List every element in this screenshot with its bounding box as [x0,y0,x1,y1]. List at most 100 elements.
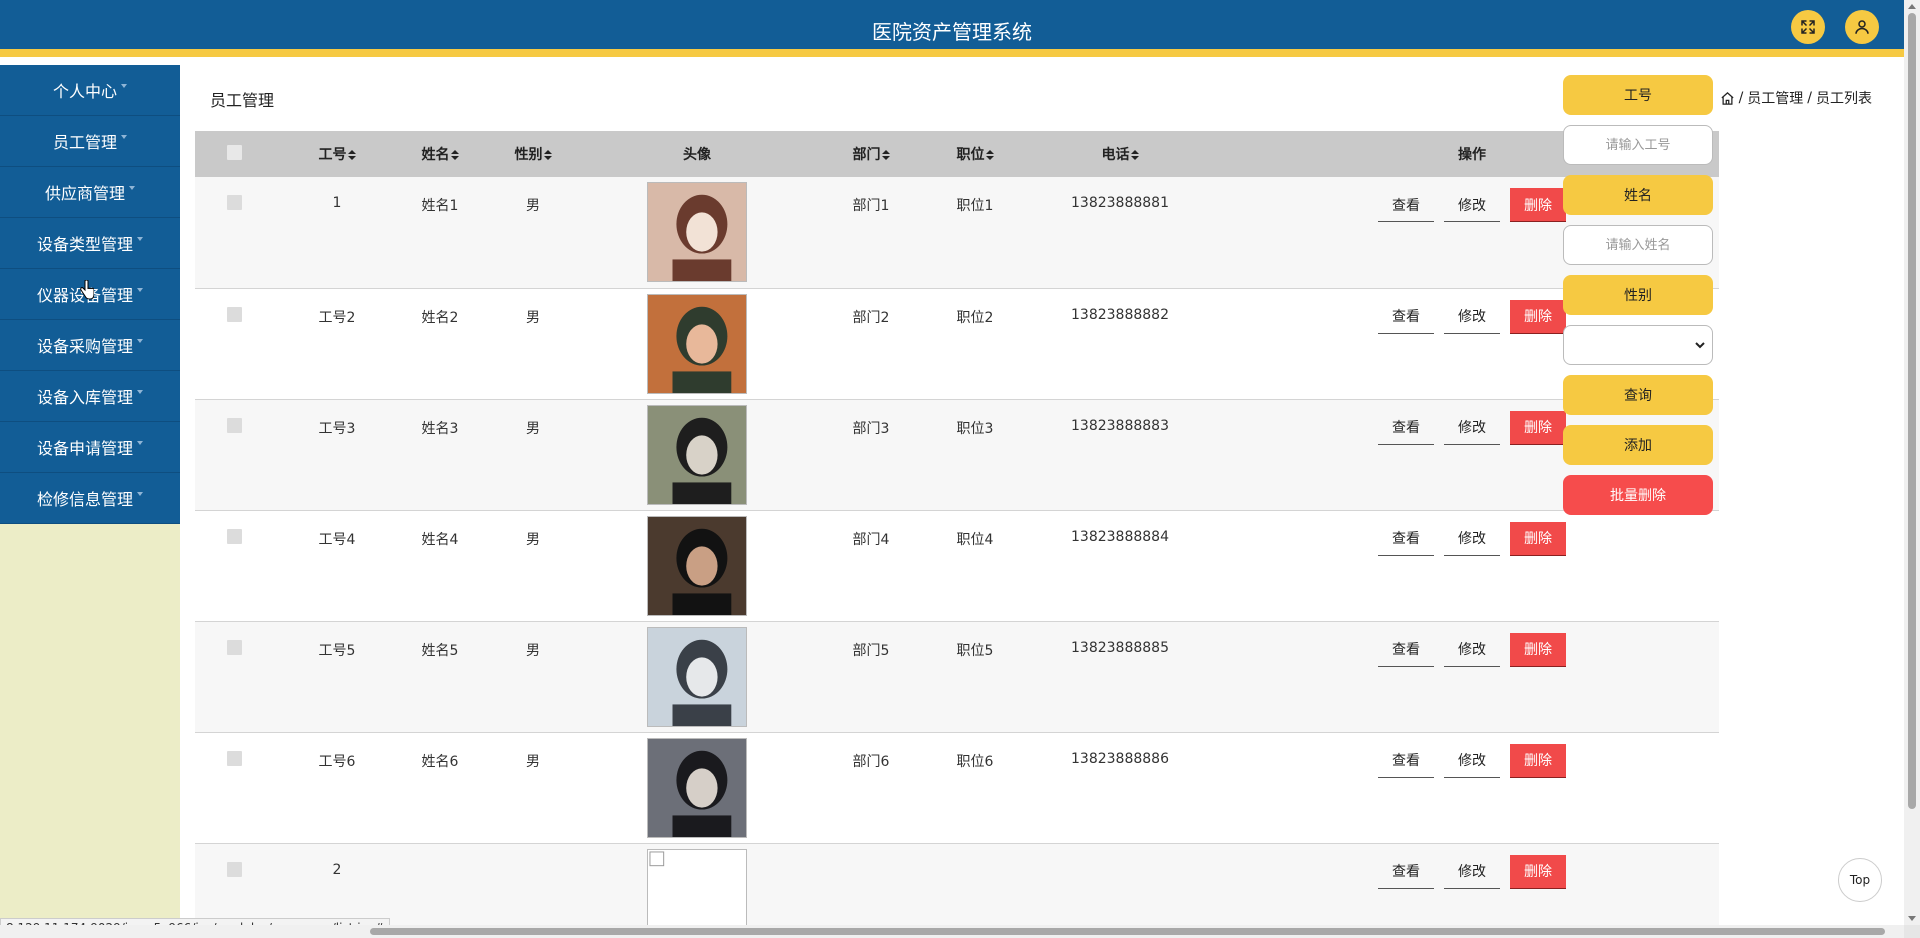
sidebar-item-purchasing[interactable]: 设备采购管理 [0,320,180,371]
edit-button[interactable]: 修改 [1444,744,1500,778]
row-checkbox[interactable] [226,417,242,433]
scroll-down-icon[interactable] [1908,916,1916,921]
breadcrumb-separator: / [1738,90,1744,106]
column-header-id[interactable]: 工号 [273,131,401,177]
horizontal-scroll-thumb[interactable] [370,928,1885,935]
edit-button[interactable]: 修改 [1444,633,1500,667]
cell-id: 2 [332,861,342,878]
app-title: 医院资产管理系统 [872,20,1032,44]
column-header-phone[interactable]: 电话 [1015,131,1225,177]
cell-actions: 查看 修改 删除 [1225,621,1719,732]
add-button[interactable]: 添加 [1563,425,1713,465]
cell-avatar [587,510,807,621]
breadcrumb-item-employees[interactable]: 员工管理 [1747,88,1803,108]
table-row: 2 查看 修改 删除 [195,843,1719,925]
column-header-gender[interactable]: 性别 [479,131,587,177]
delete-button[interactable]: 删除 [1510,854,1566,889]
cell-position: 职位4 [956,531,994,548]
column-header-dept[interactable]: 部门 [807,131,935,177]
view-button[interactable]: 查看 [1378,855,1434,889]
view-button[interactable]: 查看 [1378,522,1434,556]
cell-id: 工号4 [318,531,356,548]
row-checkbox[interactable] [226,639,242,655]
view-button[interactable]: 查看 [1378,188,1434,222]
sidebar-item-applications[interactable]: 设备申请管理 [0,422,180,473]
chevron-down-icon [121,84,127,88]
view-button[interactable]: 查看 [1378,300,1434,334]
gender-select[interactable] [1563,325,1713,365]
cell-position: 职位1 [956,198,994,214]
breadcrumb: / 员工管理 / 员工列表 [1720,88,1872,108]
edit-button[interactable]: 修改 [1444,855,1500,889]
cell-phone: 13823888881 [1071,195,1169,211]
id-search-input[interactable] [1563,125,1713,165]
row-checkbox[interactable] [226,528,242,544]
delete-button[interactable]: 删除 [1510,743,1566,778]
delete-button[interactable]: 删除 [1510,521,1566,556]
sidebar-item-label: 个人中心 [52,82,117,101]
row-checkbox[interactable] [226,750,242,766]
search-panel: 工号 姓名 性别 查询 添加 批量删除 [1563,65,1713,515]
sidebar-item-device-types[interactable]: 设备类型管理 [0,218,180,269]
edit-button[interactable]: 修改 [1444,522,1500,556]
view-button[interactable]: 查看 [1378,633,1434,667]
row-checkbox[interactable] [226,306,242,322]
horizontal-scrollbar[interactable] [0,925,1904,938]
cell-phone [1015,843,1225,925]
scrollbar-corner [1904,925,1920,938]
column-header-name[interactable]: 姓名 [401,131,479,177]
sidebar-item-employees[interactable]: 员工管理 [0,116,180,167]
sidebar-item-label: 设备采购管理 [36,337,133,356]
cell-avatar [587,177,807,288]
name-label: 姓名 [1563,175,1713,215]
cell-avatar [587,399,807,510]
cell-dept: 部门2 [852,309,890,326]
delete-button[interactable]: 删除 [1510,299,1566,334]
delete-button[interactable]: 删除 [1510,188,1566,222]
vertical-scrollbar[interactable] [1904,0,1920,925]
cell-dept: 部门1 [852,198,890,214]
cell-position: 职位5 [956,642,994,659]
row-checkbox[interactable] [226,861,242,877]
home-icon[interactable] [1720,91,1735,106]
column-header-position[interactable]: 职位 [935,131,1015,177]
sidebar-item-warehousing[interactable]: 设备入库管理 [0,371,180,422]
sidebar-item-label: 设备申请管理 [36,439,133,458]
avatar [647,293,747,394]
edit-button[interactable]: 修改 [1444,411,1500,445]
view-button[interactable]: 查看 [1378,411,1434,445]
sidebar-item-maintenance[interactable]: 检修信息管理 [0,473,180,524]
name-search-input[interactable] [1563,225,1713,265]
query-button[interactable]: 查询 [1563,375,1713,415]
chevron-down-icon [121,135,127,139]
view-button[interactable]: 查看 [1378,744,1434,778]
edit-button[interactable]: 修改 [1444,300,1500,334]
employee-table: 工号 姓名 性别 头像 部门 职位 电话 操作 1 姓名1 男 部门1 职位1 … [195,131,1719,925]
edit-button[interactable]: 修改 [1444,188,1500,222]
scroll-up-icon[interactable] [1908,4,1916,9]
sidebar-item-suppliers[interactable]: 供应商管理 [0,167,180,218]
fullscreen-button[interactable] [1791,10,1825,44]
table-row: 工号5 姓名5 男 部门5 职位5 13823888885 查看 修改 删除 [195,621,1719,732]
delete-button[interactable]: 删除 [1510,632,1566,667]
vertical-scroll-thumb[interactable] [1908,13,1916,809]
cell-gender: 男 [526,642,540,659]
user-button[interactable] [1845,10,1879,44]
avatar [647,626,747,727]
cell-actions: 查看 修改 删除 [1225,510,1719,621]
delete-button[interactable]: 删除 [1510,410,1566,445]
cell-position: 职位2 [956,309,994,326]
cell-phone: 13823888883 [1071,417,1169,434]
table-row: 工号3 姓名3 男 部门3 职位3 13823888883 查看 修改 删除 [195,399,1719,510]
cell-phone: 13823888885 [1071,639,1169,656]
back-to-top-button[interactable]: Top [1838,858,1882,902]
cell-gender: 男 [526,753,540,770]
sidebar-item-personal-center[interactable]: 个人中心 [0,65,180,116]
chevron-down-icon [129,186,135,190]
select-all-checkbox[interactable] [226,144,242,160]
cell-id: 工号6 [318,753,356,770]
cell-name: 姓名1 [421,198,459,214]
batch-delete-button[interactable]: 批量删除 [1563,475,1713,515]
row-checkbox[interactable] [226,195,242,210]
expand-icon [1801,20,1815,34]
